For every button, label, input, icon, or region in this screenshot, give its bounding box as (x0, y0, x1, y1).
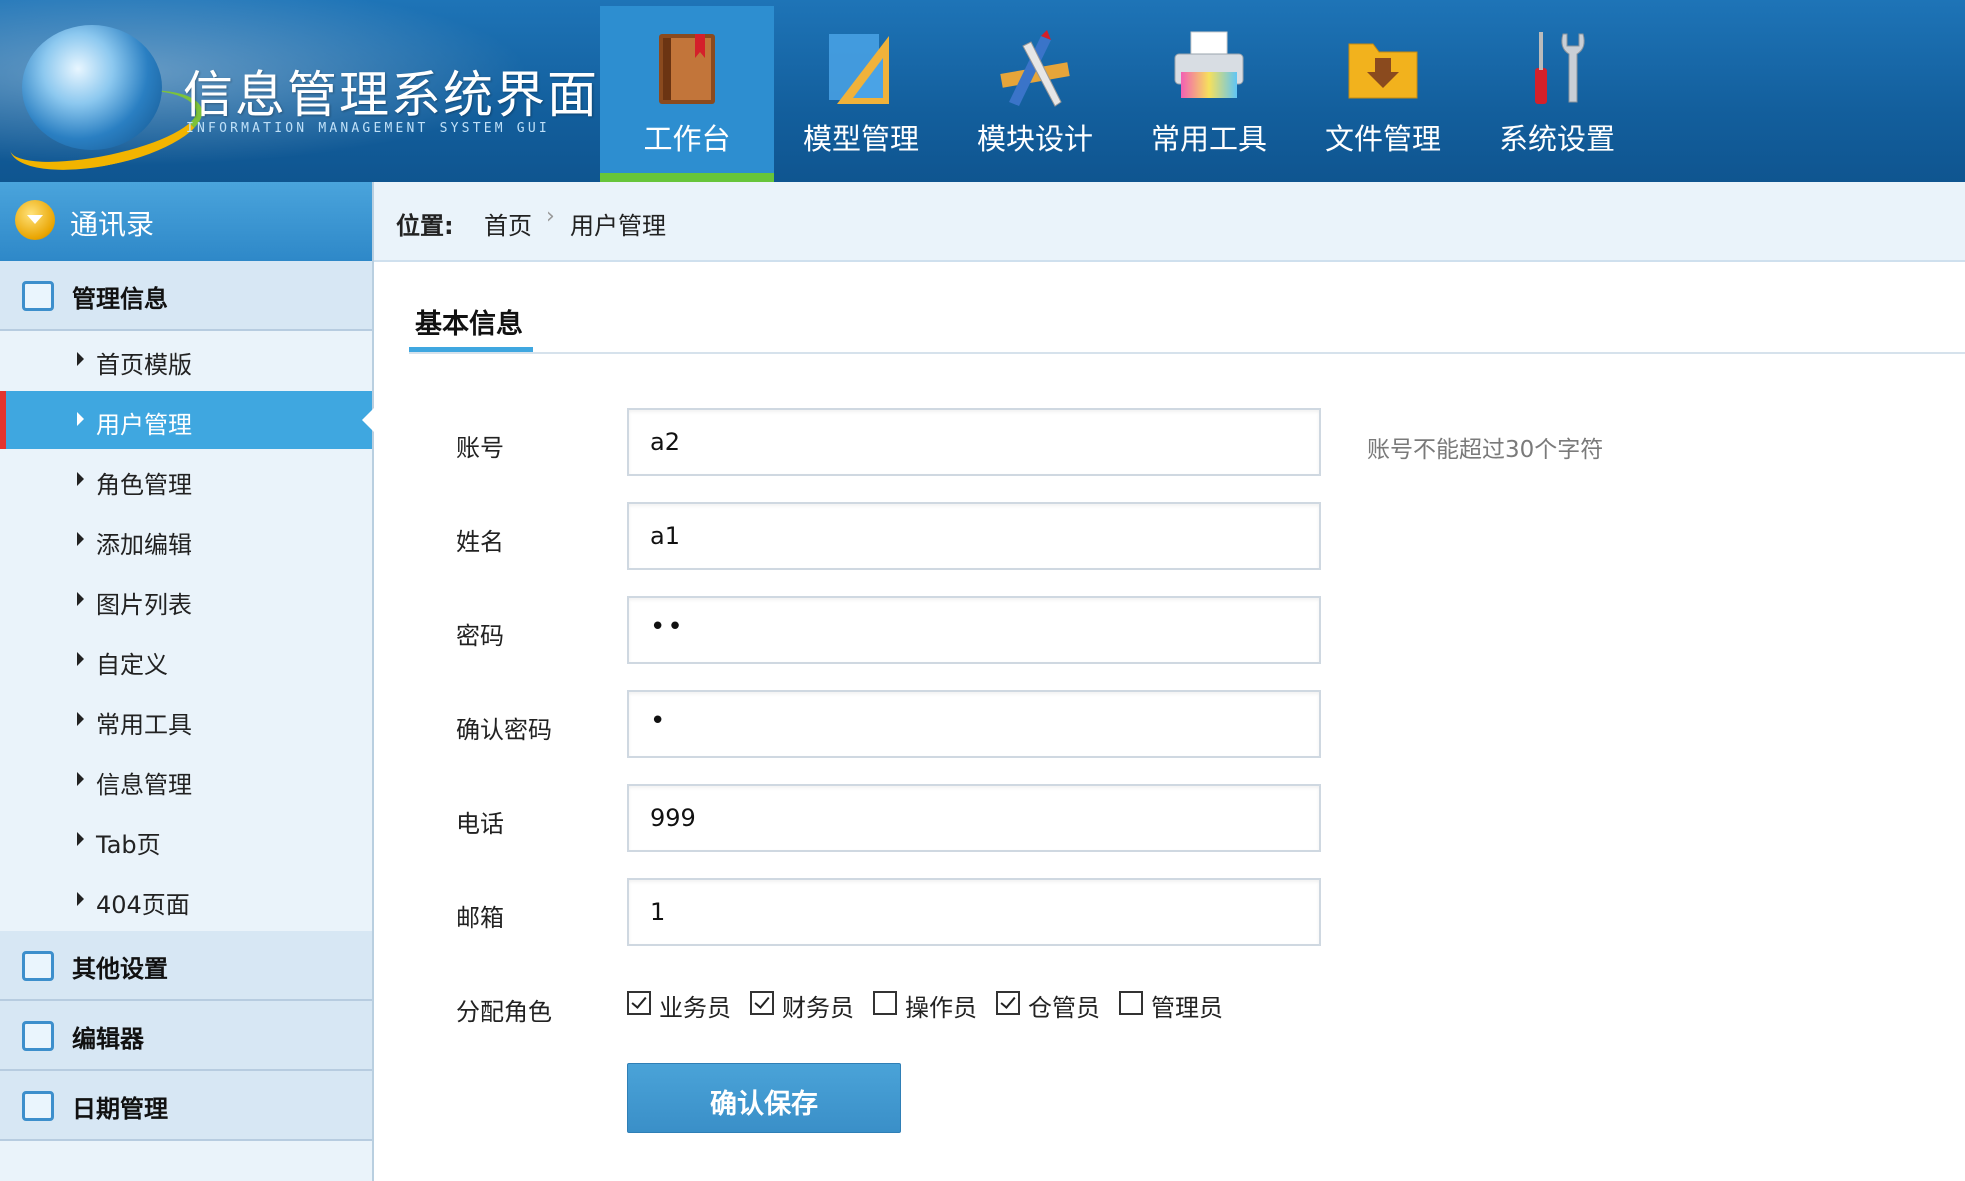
list-icon (22, 281, 54, 311)
caret-right-icon (77, 712, 84, 726)
role-checkbox-group: 业务员 财务员 操作员 仓管员 管理员 (627, 988, 1242, 1023)
sidebar-item-tab-page[interactable]: Tab页 (0, 811, 372, 869)
sidebar-section-date-management[interactable]: 日期管理 (0, 1071, 372, 1141)
breadcrumb-prefix: 位置: (396, 212, 454, 240)
checkbox[interactable] (750, 990, 774, 1015)
breadcrumb: 位置: 首页 › 用户管理 (374, 182, 1965, 262)
sidebar-item-role-management[interactable]: 角色管理 (0, 451, 372, 509)
edit-icon (22, 1021, 54, 1051)
password-label: 密码 (456, 622, 504, 650)
confirm-password-input[interactable]: • (627, 690, 1321, 758)
phone-label: 电话 (456, 810, 504, 838)
checkbox[interactable] (873, 990, 897, 1015)
email-label: 邮箱 (456, 904, 504, 932)
sidebar-item-user-management[interactable]: 用户管理 (0, 391, 374, 449)
caret-right-icon (77, 472, 84, 486)
folder-download-icon (1348, 43, 1418, 99)
nav-system-settings[interactable]: 系统设置 (1470, 6, 1644, 182)
sidebar-section-other-settings[interactable]: 其他设置 (0, 931, 372, 1001)
caret-right-icon (77, 892, 84, 906)
email-input[interactable]: 1 (627, 878, 1321, 946)
checkbox[interactable] (1119, 990, 1143, 1015)
circle-arrow-icon (15, 200, 55, 240)
role-administrator[interactable]: 管理员 (1119, 988, 1223, 1023)
caret-right-icon (77, 772, 84, 786)
confirm-save-button[interactable]: 确认保存 (627, 1063, 901, 1133)
tab-basic-info[interactable]: 基本信息 (409, 300, 533, 352)
assign-roles-label: 分配角色 (456, 998, 552, 1026)
printer-icon (1174, 31, 1244, 98)
sidebar-item-add-edit[interactable]: 添加编辑 (0, 511, 372, 569)
sidebar-contacts[interactable]: 通讯录 (0, 182, 372, 261)
checkbox[interactable] (627, 990, 651, 1015)
sidebar-section-editor[interactable]: 编辑器 (0, 1001, 372, 1071)
caret-right-icon (77, 832, 84, 846)
breadcrumb-current: 用户管理 (570, 212, 666, 240)
caret-right-icon (77, 592, 84, 606)
breadcrumb-home-link[interactable]: 首页 (484, 206, 532, 241)
nav-module-design[interactable]: 模块设计 (948, 6, 1122, 182)
pencil-ruler-icon (1000, 30, 1070, 107)
password-input[interactable]: •• (627, 596, 1321, 664)
phone-input[interactable]: 999 (627, 784, 1321, 852)
sidebar-item-custom[interactable]: 自定义 (0, 631, 372, 689)
role-finance[interactable]: 财务员 (750, 988, 854, 1023)
caret-right-icon (77, 532, 84, 546)
nav-model-management[interactable]: 模型管理 (774, 6, 948, 182)
chat-icon (22, 951, 54, 981)
calendar-icon (22, 1091, 54, 1121)
confirm-password-label: 确认密码 (456, 716, 552, 744)
caret-right-icon (77, 652, 84, 666)
account-hint: 账号不能超过30个字符 (1367, 437, 1604, 463)
nav-workbench[interactable]: 工作台 (600, 6, 774, 182)
top-header: 信息管理系统界面 INFORMATION MANAGEMENT SYSTEM G… (0, 0, 1965, 182)
sidebar-section-manage-info[interactable]: 管理信息 (0, 261, 372, 331)
sidebar-item-404-page[interactable]: 404页面 (0, 871, 372, 929)
caret-right-icon (77, 352, 84, 366)
sidebar-item-info-management[interactable]: 信息管理 (0, 751, 372, 809)
sidebar-item-home-template[interactable]: 首页模版 (0, 331, 372, 389)
name-label: 姓名 (456, 528, 504, 556)
role-operator[interactable]: 操作员 (873, 988, 977, 1023)
role-salesperson[interactable]: 业务员 (627, 988, 731, 1023)
chevron-right-icon: › (546, 204, 555, 229)
triangle-ruler-icon (829, 34, 889, 104)
app-title: 信息管理系统界面 (183, 66, 599, 124)
account-label: 账号 (456, 434, 504, 462)
name-input[interactable]: a1 (627, 502, 1321, 570)
app-subtitle: INFORMATION MANAGEMENT SYSTEM GUI (186, 121, 550, 136)
caret-right-icon (77, 412, 84, 426)
role-warehouse-keeper[interactable]: 仓管员 (996, 988, 1100, 1023)
nav-common-tools[interactable]: 常用工具 (1122, 6, 1296, 182)
book-icon (659, 34, 715, 104)
sidebar-item-common-tools[interactable]: 常用工具 (0, 691, 372, 749)
sidebar-item-image-list[interactable]: 图片列表 (0, 571, 372, 629)
sidebar: 通讯录 管理信息 首页模版 用户管理 角色管理 添加编辑 图片列表 自定义 常用… (0, 182, 374, 1181)
account-input[interactable]: a2 (627, 408, 1321, 476)
checkbox[interactable] (996, 990, 1020, 1015)
logo-globe-icon (22, 25, 162, 150)
nav-file-management[interactable]: 文件管理 (1296, 6, 1470, 182)
top-nav: 工作台 模型管理 模块设计 常用工具 文件管理 系统设置 (600, 6, 1644, 182)
tools-icon (1535, 32, 1585, 104)
tab-bar: 基本信息 (409, 300, 1965, 354)
